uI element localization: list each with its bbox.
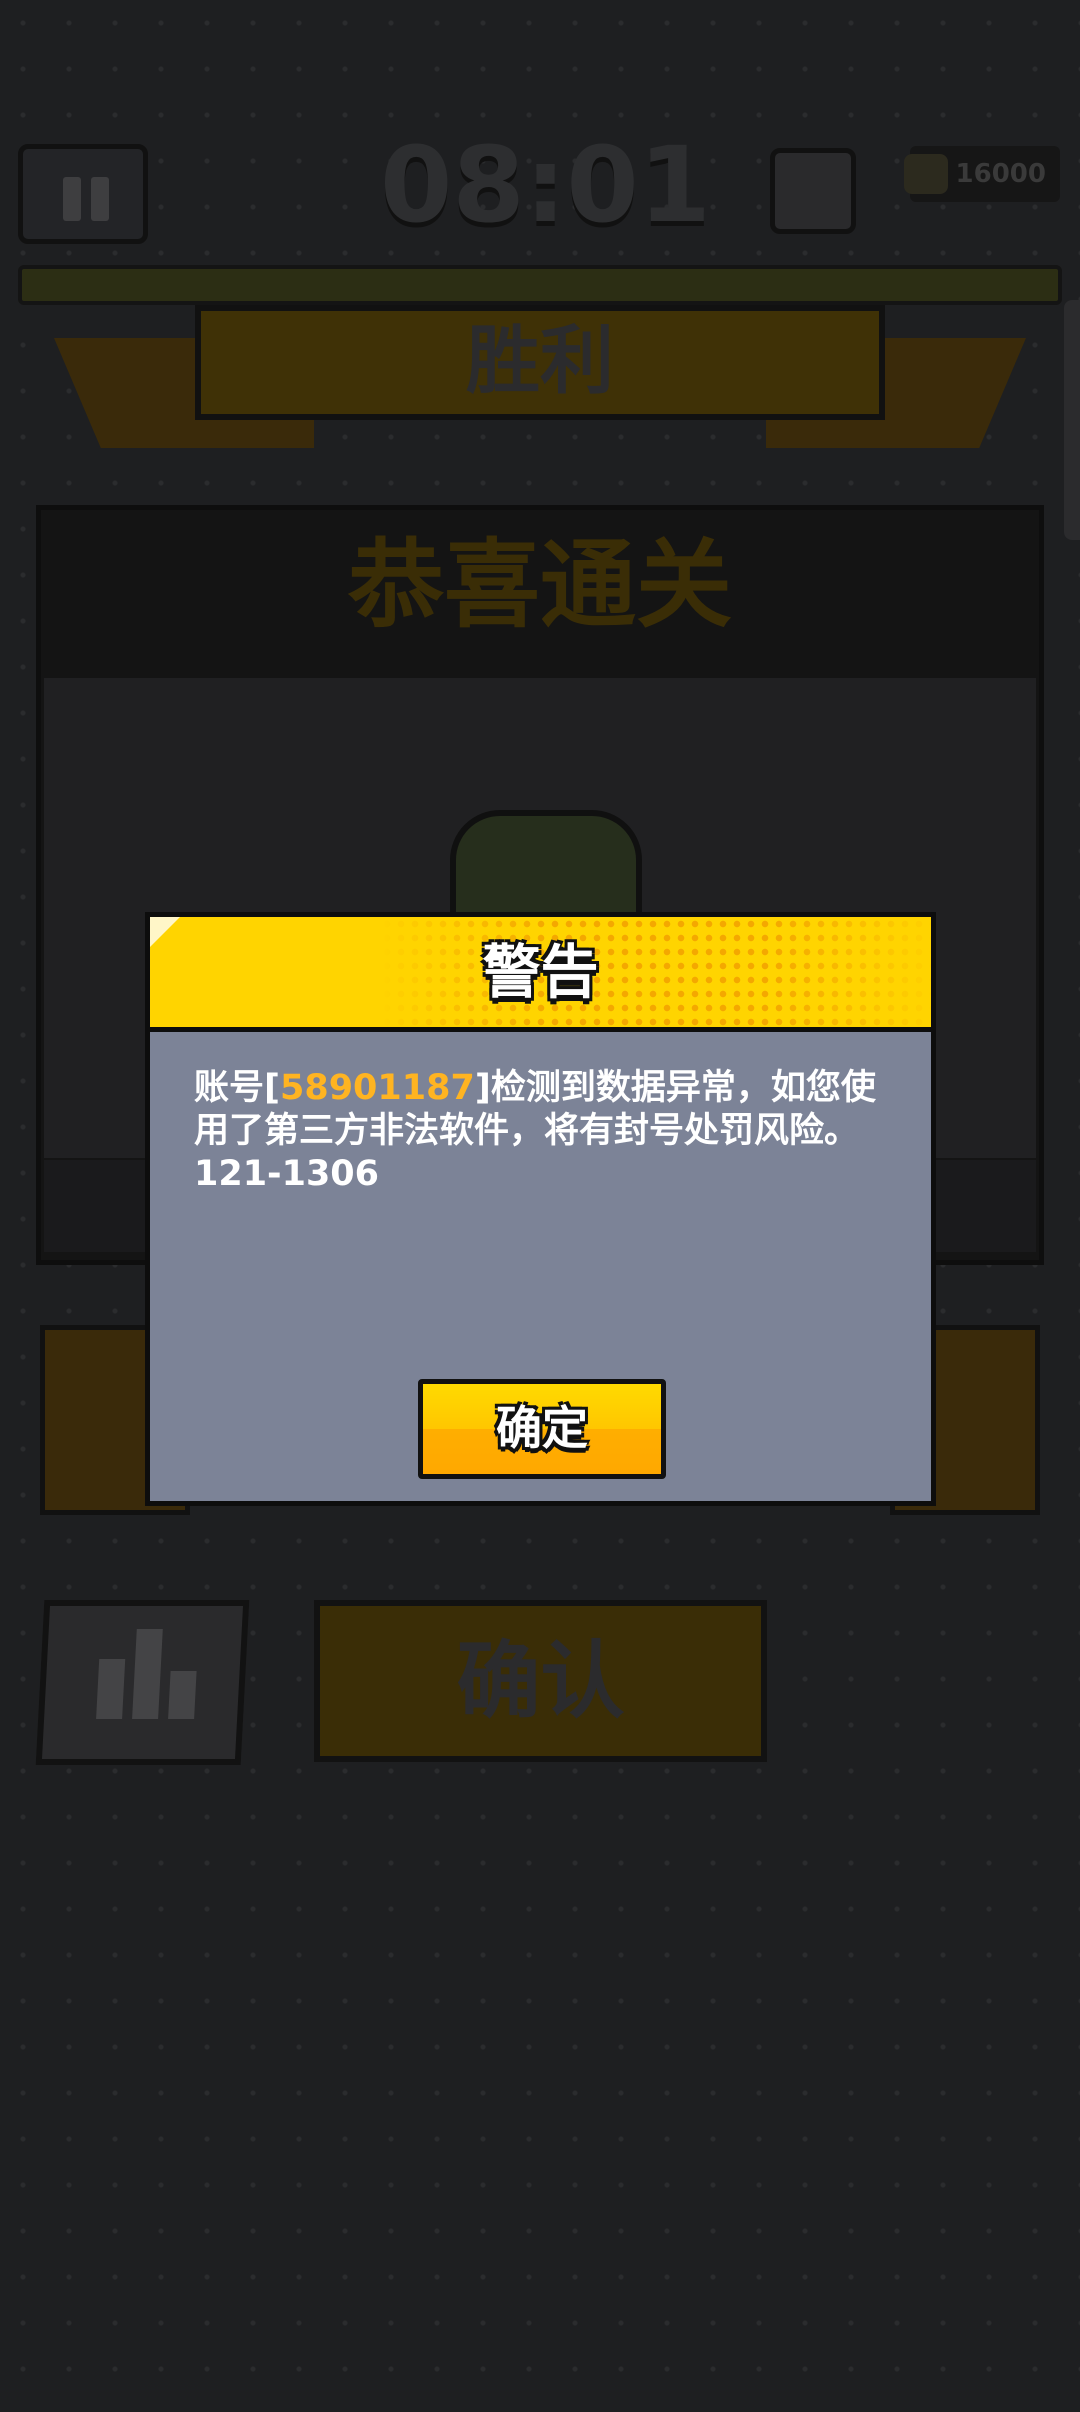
stats-button[interactable] [35,1600,250,1765]
dialog-title: 警告 [482,938,599,1006]
coin-counter: 16000 [904,146,1060,202]
warning-dialog: 警告 账号[58901187]检测到数据异常，如您使用了第三方非法软件，将有封号… [145,912,936,1506]
account-id: 58901187 [280,1068,475,1108]
bar-chart-icon [96,1659,126,1719]
pause-icon [63,177,81,221]
victory-banner: 胜利 [195,305,885,420]
coin-count: 16000 [955,159,1046,189]
pause-button[interactable] [18,144,148,244]
game-timer: 08:01 [380,124,712,246]
ok-button[interactable]: 确定 [418,1379,666,1479]
side-handle[interactable] [1064,300,1080,540]
progress-bar [18,265,1062,305]
coin-icon [904,154,948,194]
game-hud: 08:01 16000 [0,124,1080,246]
message-prefix: 账号[ [194,1068,280,1108]
robot-icon[interactable] [770,148,856,234]
dialog-message: 账号[58901187]检测到数据异常，如您使用了第三方非法软件，将有封号处罚风… [194,1067,894,1196]
dialog-header: 警告 [150,917,931,1032]
confirm-button[interactable]: 确认 [314,1600,767,1762]
congrats-title: 恭喜通关 [348,529,732,641]
error-code: 121-1306 [194,1154,379,1194]
